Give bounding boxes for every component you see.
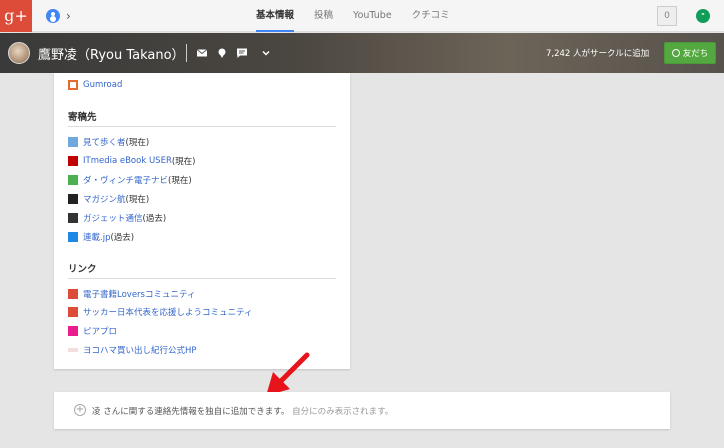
- friends-button-label: 友だち: [682, 49, 709, 59]
- link-item[interactable]: Gumroad: [68, 78, 122, 92]
- link-label[interactable]: Gumroad: [83, 80, 122, 90]
- site-favicon-icon: [68, 213, 78, 223]
- circle-count: 7,242 人がサークルに追加: [546, 49, 650, 59]
- link-label[interactable]: ピアプロ: [83, 325, 117, 337]
- site-favicon-icon: [68, 345, 78, 355]
- link-note: (現在): [168, 176, 192, 186]
- hangouts-icon[interactable]: ": [696, 9, 710, 23]
- link-label[interactable]: ヨコハマ買い出し紀行公式HP: [83, 344, 197, 356]
- link-note: (現在): [125, 138, 150, 148]
- gplus-logo[interactable]: g+: [0, 0, 32, 32]
- divider: [68, 278, 336, 279]
- contributor-item[interactable]: 連載.jp (過去): [68, 230, 134, 244]
- location-icon[interactable]: [216, 47, 228, 59]
- tab-youtube[interactable]: YouTube: [343, 0, 402, 32]
- profile-icon[interactable]: [46, 9, 60, 23]
- link-note: (現在): [125, 195, 150, 205]
- link-label[interactable]: ITmedia eBook USER: [83, 156, 172, 166]
- link-item[interactable]: 電子書籍Loversコミュニティ: [68, 287, 195, 301]
- contact-prompt-text: 凌 さんに関する連絡先情報を独自に追加できます。: [92, 407, 290, 417]
- contributor-item[interactable]: ITmedia eBook USER (現在): [68, 154, 196, 168]
- link-label[interactable]: 見て歩く者: [83, 136, 126, 148]
- contributor-item[interactable]: ダ・ヴィンチ電子ナビ (現在): [68, 173, 192, 187]
- add-contact-info-link[interactable]: 凌 さんに関する連絡先情報を独自に追加できます。 自分にのみ表示されます。: [92, 405, 393, 417]
- add-contact-info-bar[interactable]: + 凌 さんに関する連絡先情報を独自に追加できます。 自分にのみ表示されます。: [54, 392, 670, 429]
- links-heading: リンク: [68, 264, 97, 275]
- divider: [186, 44, 187, 62]
- mail-icon[interactable]: [196, 47, 208, 59]
- gplus-favicon-icon: [68, 289, 78, 299]
- link-item[interactable]: サッカー日本代表を応援しようコミュニティ: [68, 305, 253, 319]
- link-note: (過去): [142, 214, 167, 224]
- tab-reviews[interactable]: クチコミ: [402, 0, 460, 32]
- site-favicon-icon: [68, 175, 78, 185]
- site-favicon-icon: [68, 194, 78, 204]
- link-item[interactable]: ヨコハマ買い出し紀行公式HP: [68, 343, 197, 357]
- link-label[interactable]: サッカー日本代表を応援しようコミュニティ: [83, 306, 253, 318]
- profile-header: 鷹野凌（Ryou Takano） 7,242 人がサークルに追加 友だち: [0, 33, 724, 73]
- contact-prompt-subtext: 自分にのみ表示されます。: [292, 407, 394, 417]
- contributor-item[interactable]: 見て歩く者 (現在): [68, 135, 149, 149]
- site-favicon-icon: [68, 326, 78, 336]
- notification-icon[interactable]: 0: [657, 6, 677, 26]
- contributor-item[interactable]: ガジェット通信 (過去): [68, 211, 166, 225]
- link-label[interactable]: 連載.jp: [83, 231, 110, 243]
- links-card: Gumroad 寄稿先 見て歩く者 (現在) ITmedia eBook USE…: [54, 73, 350, 369]
- avatar[interactable]: [8, 42, 30, 64]
- plus-icon[interactable]: +: [74, 404, 86, 416]
- tab-posts[interactable]: 投稿: [304, 0, 343, 32]
- contributor-item[interactable]: マガジン航 (現在): [68, 192, 149, 206]
- site-favicon-icon: [68, 232, 78, 242]
- contributor-heading: 寄稿先: [68, 112, 97, 123]
- link-item[interactable]: ピアプロ: [68, 324, 117, 338]
- gumroad-favicon-icon: [68, 80, 78, 90]
- profile-name: 鷹野凌（Ryou Takano）: [38, 48, 185, 63]
- link-note: (現在): [171, 157, 196, 167]
- link-label[interactable]: ガジェット通信: [83, 212, 143, 224]
- top-bar: g+ › 基本情報 投稿 YouTube クチコミ 0 ": [0, 0, 724, 32]
- gplus-favicon-icon: [68, 307, 78, 317]
- site-favicon-icon: [68, 156, 78, 166]
- tab-about[interactable]: 基本情報: [246, 0, 304, 32]
- circle-icon: [671, 49, 680, 57]
- link-label[interactable]: ダ・ヴィンチ電子ナビ: [83, 174, 168, 186]
- chevron-down-icon[interactable]: [260, 47, 272, 59]
- profile-tabs: 基本情報 投稿 YouTube クチコミ: [246, 0, 460, 32]
- comment-icon[interactable]: [236, 47, 248, 59]
- chevron-right-icon[interactable]: ›: [66, 9, 76, 23]
- friends-button[interactable]: 友だち: [664, 42, 716, 64]
- site-favicon-icon: [68, 137, 78, 147]
- link-note: (過去): [110, 233, 135, 243]
- link-label[interactable]: マガジン航: [83, 193, 126, 205]
- link-label[interactable]: 電子書籍Loversコミュニティ: [83, 288, 195, 300]
- divider: [68, 126, 336, 127]
